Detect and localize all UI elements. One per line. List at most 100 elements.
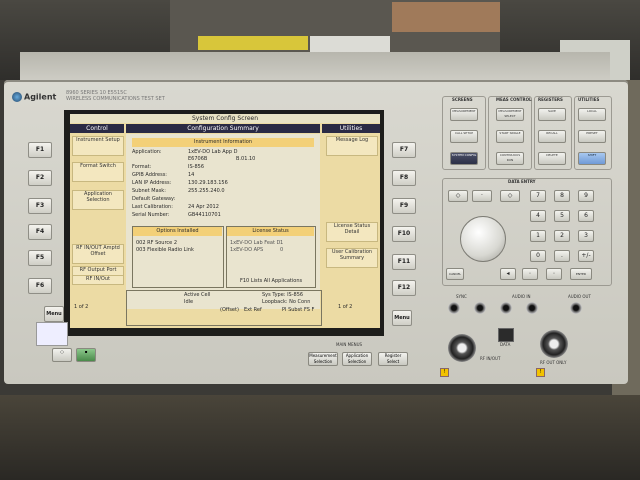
floor: [0, 395, 640, 480]
f2-key[interactable]: F2: [28, 170, 52, 186]
key-plus-minus[interactable]: +/-: [578, 250, 594, 262]
info-value: IS-856: [188, 164, 204, 170]
license-row: 1xEV-DO APS 0: [230, 247, 283, 253]
info-row: Application: 1xEV-DO Lab App D: [132, 149, 237, 155]
info-row: GPIB Address: 14: [132, 172, 194, 178]
on-off-key[interactable]: ◦: [522, 268, 538, 280]
local-key[interactable]: LOCAL: [578, 108, 606, 121]
license-count: 0: [280, 247, 284, 253]
measurement-key[interactable]: MEASUREMENT: [450, 108, 478, 121]
power-button[interactable]: ○: [52, 348, 72, 362]
info-key: GPIB Address:: [132, 172, 167, 178]
license-name: 1xEV-DO Lab Feat D: [230, 240, 281, 246]
measurement-selection-button[interactable]: Measurement Selection: [308, 352, 338, 366]
continuous-key[interactable]: CONTINUOUS RUN: [496, 152, 524, 165]
cancel-key[interactable]: CANCEL: [446, 268, 464, 280]
f7-key[interactable]: F7: [392, 142, 416, 158]
audio-in-jack-1[interactable]: [500, 302, 512, 314]
softkey-instrument-setup[interactable]: Instrument Setup: [72, 136, 124, 156]
meas-control-label: MEAS CONTROL: [496, 97, 532, 102]
info-key: Default Gateway:: [132, 196, 176, 202]
series-line2: WIRELESS COMMUNICATIONS TEST SET: [66, 96, 165, 102]
recall-key[interactable]: RECALL: [538, 130, 566, 143]
meas-selection-key[interactable]: MEASUREMENT SELECT: [496, 108, 524, 121]
key-6[interactable]: 6: [578, 210, 594, 222]
f1-key[interactable]: F1: [28, 142, 52, 158]
loopback: Loopback: No Conn: [262, 299, 311, 305]
call-setup-key[interactable]: CALL SETUP: [450, 130, 478, 143]
start-single-key[interactable]: START SINGLE: [496, 130, 524, 143]
backspace-key[interactable]: ◂: [500, 268, 516, 280]
enter-key[interactable]: ENTER: [570, 268, 592, 280]
audio-out-jack[interactable]: [570, 302, 582, 314]
license-footer: F10 Lists All Applications: [240, 278, 303, 284]
left-arrow-key[interactable]: ◇: [448, 190, 468, 202]
standby-button[interactable]: ▪: [76, 348, 96, 362]
key-1[interactable]: 1: [530, 230, 546, 242]
key-7[interactable]: 7: [530, 190, 546, 202]
rotary-knob[interactable]: [460, 216, 506, 262]
right-arrow-key[interactable]: ◇: [500, 190, 520, 202]
rf-in-out-connector[interactable]: [448, 334, 476, 362]
menu-right-key[interactable]: Menu: [392, 310, 412, 326]
yellow-device: [198, 36, 308, 50]
softkey-format-switch[interactable]: Format Switch: [72, 162, 124, 182]
softkey-message-log[interactable]: Message Log: [326, 136, 378, 156]
audio-in-jack-2[interactable]: [526, 302, 538, 314]
page-indicator-right: 1 of 2: [338, 304, 353, 310]
key-0[interactable]: 0: [530, 250, 546, 262]
softkey-rf-amptd-offset[interactable]: RF IN/OUT Amptd Offset: [72, 244, 124, 264]
save-key[interactable]: SAVE: [538, 108, 566, 121]
key-3[interactable]: 3: [578, 230, 594, 242]
register-select-button[interactable]: Register Select: [378, 352, 408, 366]
audio-out-label: AUDIO OUT: [568, 294, 591, 299]
f10-key[interactable]: F10: [392, 226, 416, 242]
key-decimal[interactable]: .: [554, 250, 570, 262]
screen-title: System Config Screen: [70, 114, 380, 123]
status-fs: FS F: [304, 307, 315, 313]
data-entry-label: DATA ENTRY: [508, 179, 536, 184]
option-item: 003 Flexible Radio Link: [136, 247, 194, 253]
softkey-license-status-detail[interactable]: License Status Detail: [326, 222, 378, 242]
page-indicator-left: 1 of 2: [74, 304, 89, 310]
softkey-application-selection[interactable]: Application Selection: [72, 190, 124, 210]
f12-key[interactable]: F12: [392, 280, 416, 296]
key-5[interactable]: 5: [554, 210, 570, 222]
system-config-key[interactable]: SYSTEM CONFIG: [450, 152, 478, 165]
softkey-rf-in-out[interactable]: RF IN/Out: [72, 275, 124, 285]
instrument-info-header: Instrument Information: [132, 138, 314, 147]
info-row: Subnet Mask: 255.255.240.0: [132, 188, 225, 194]
info-value: 255.255.240.0: [188, 188, 225, 194]
delete-key[interactable]: DELETE: [538, 152, 566, 165]
application-selection-button[interactable]: Application Selection: [342, 352, 372, 366]
info-key: LAN IP Address:: [132, 180, 172, 186]
dot-key-small[interactable]: ·: [472, 190, 492, 202]
info-value: 14: [188, 172, 195, 178]
qual-jack[interactable]: [474, 302, 486, 314]
info-key: Serial Number:: [132, 212, 170, 218]
active-cell-value: Idle: [184, 299, 194, 305]
unit-key[interactable]: ◦: [546, 268, 562, 280]
menu-left-key[interactable]: Menu: [44, 306, 64, 322]
sync-jack[interactable]: [448, 302, 460, 314]
key-8[interactable]: 8: [554, 190, 570, 202]
f4-key[interactable]: F4: [28, 224, 52, 240]
rf-out-only-connector[interactable]: [540, 330, 568, 358]
data-port[interactable]: [498, 328, 514, 342]
shift-key[interactable]: SHIFT: [578, 152, 606, 165]
f5-key[interactable]: F5: [28, 250, 52, 266]
key-2[interactable]: 2: [554, 230, 570, 242]
f3-key[interactable]: F3: [28, 198, 52, 214]
preset-key[interactable]: PRESET: [578, 130, 606, 143]
status-offset: (Offset): [220, 307, 239, 313]
key-9[interactable]: 9: [578, 190, 594, 202]
info-sticker: [36, 322, 68, 346]
sync-label: SYNC: [456, 294, 467, 299]
f9-key[interactable]: F9: [392, 198, 416, 214]
softkey-user-calibration-summary[interactable]: User Calibration Summary: [326, 248, 378, 268]
f11-key[interactable]: F11: [392, 254, 416, 270]
key-4[interactable]: 4: [530, 210, 546, 222]
f8-key[interactable]: F8: [392, 170, 416, 186]
f6-key[interactable]: F6: [28, 278, 52, 294]
info-version: B.01.10: [236, 156, 256, 162]
